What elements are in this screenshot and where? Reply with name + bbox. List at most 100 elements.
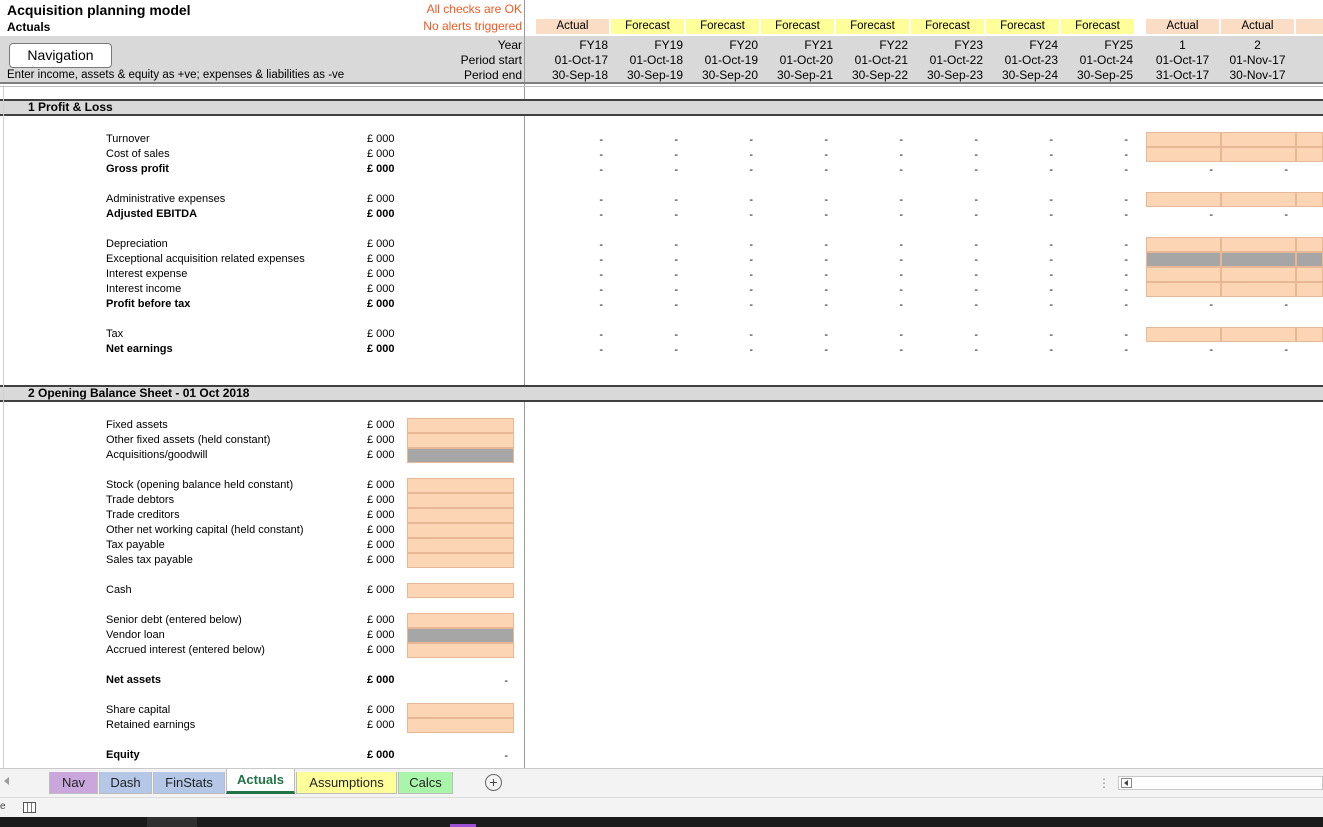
value-cell[interactable]: - — [761, 193, 828, 207]
value-cell[interactable]: - — [761, 298, 828, 312]
input-cell[interactable] — [407, 523, 514, 538]
value-cell[interactable]: - — [761, 283, 828, 297]
value-cell[interactable]: - — [1146, 163, 1213, 177]
value-cell[interactable]: - — [986, 298, 1053, 312]
value-cell[interactable]: - — [1061, 298, 1128, 312]
value-cell[interactable]: - — [611, 328, 678, 342]
value-cell[interactable]: - — [761, 253, 828, 267]
value-cell[interactable]: - — [836, 238, 903, 252]
split-handle-icon[interactable]: ⋮ — [1098, 776, 1110, 790]
value-cell[interactable]: - — [761, 343, 828, 357]
input-cell[interactable] — [1146, 252, 1221, 267]
value-cell[interactable]: - — [611, 163, 678, 177]
value-cell[interactable]: - — [1221, 343, 1288, 357]
value-cell[interactable]: - — [911, 343, 978, 357]
input-cell[interactable] — [407, 613, 514, 628]
value-cell[interactable]: - — [836, 298, 903, 312]
value-cell[interactable]: - — [611, 208, 678, 222]
input-cell[interactable] — [1221, 252, 1296, 267]
value-cell[interactable]: - — [536, 298, 603, 312]
value-cell[interactable]: - — [836, 163, 903, 177]
value-cell[interactable]: - — [1061, 148, 1128, 162]
input-cell[interactable] — [407, 703, 514, 718]
value-cell[interactable]: - — [1146, 343, 1213, 357]
value-cell[interactable]: - — [686, 253, 753, 267]
value-cell[interactable]: - — [536, 163, 603, 177]
horizontal-scrollbar[interactable] — [1118, 776, 1323, 790]
value-cell[interactable]: - — [536, 208, 603, 222]
value-cell[interactable]: - — [761, 268, 828, 282]
add-sheet-button[interactable]: + — [485, 774, 502, 791]
taskbar-item[interactable] — [147, 817, 197, 827]
sheet-tab-assumptions[interactable]: Assumptions — [296, 772, 397, 794]
input-cell[interactable] — [407, 583, 514, 598]
value-cell[interactable]: - — [611, 133, 678, 147]
input-cell[interactable] — [1296, 237, 1323, 252]
value-cell[interactable]: - — [1061, 343, 1128, 357]
value-cell[interactable]: - — [986, 343, 1053, 357]
value-cell[interactable]: - — [986, 208, 1053, 222]
value-cell[interactable]: - — [1146, 298, 1213, 312]
value-cell[interactable]: - — [686, 268, 753, 282]
value-cell[interactable]: - — [761, 328, 828, 342]
value-cell[interactable]: - — [836, 268, 903, 282]
sheet-tab-nav[interactable]: Nav — [49, 772, 98, 794]
value-cell[interactable]: - — [611, 283, 678, 297]
value-cell[interactable]: - — [911, 148, 978, 162]
value-cell[interactable]: - — [761, 163, 828, 177]
input-cell[interactable] — [407, 553, 514, 568]
value-cell[interactable]: - — [1221, 163, 1288, 177]
value-cell[interactable]: - — [1146, 208, 1213, 222]
input-cell[interactable] — [407, 508, 514, 523]
value-cell[interactable]: - — [1061, 283, 1128, 297]
value-cell[interactable]: - — [536, 133, 603, 147]
value-cell[interactable]: - — [1061, 133, 1128, 147]
input-cell[interactable] — [1146, 237, 1221, 252]
input-cell[interactable] — [407, 433, 514, 448]
value-cell[interactable]: - — [761, 133, 828, 147]
value-cell[interactable]: - — [611, 193, 678, 207]
value-cell[interactable]: - — [986, 283, 1053, 297]
value-cell[interactable]: - — [911, 208, 978, 222]
value-cell[interactable]: - — [686, 238, 753, 252]
input-cell[interactable] — [1221, 192, 1296, 207]
value-cell[interactable]: - — [986, 193, 1053, 207]
value-cell[interactable]: - — [536, 283, 603, 297]
value-cell[interactable]: - — [986, 268, 1053, 282]
input-cell[interactable] — [1221, 327, 1296, 342]
input-cell[interactable] — [1221, 282, 1296, 297]
input-cell[interactable] — [1221, 237, 1296, 252]
value-cell[interactable]: - — [611, 343, 678, 357]
value-cell[interactable]: - — [986, 328, 1053, 342]
value-cell[interactable]: - — [1061, 328, 1128, 342]
value-cell[interactable]: - — [611, 268, 678, 282]
input-cell[interactable] — [407, 643, 514, 658]
value-cell[interactable]: - — [836, 283, 903, 297]
value-cell[interactable]: - — [986, 238, 1053, 252]
value-cell[interactable]: - — [761, 238, 828, 252]
value-cell[interactable]: - — [686, 193, 753, 207]
value-cell[interactable]: - — [611, 238, 678, 252]
value-cell[interactable]: - — [1061, 238, 1128, 252]
value-cell[interactable]: - — [536, 253, 603, 267]
input-cell[interactable] — [407, 628, 514, 643]
value-cell[interactable]: - — [911, 253, 978, 267]
value-cell[interactable]: - — [836, 343, 903, 357]
value-cell[interactable]: - — [986, 163, 1053, 177]
value-cell[interactable]: - — [1061, 268, 1128, 282]
input-cell[interactable] — [1146, 192, 1221, 207]
value-cell[interactable]: - — [986, 253, 1053, 267]
sheet-tab-finstats[interactable]: FinStats — [153, 772, 225, 794]
scroll-left-arrow-icon[interactable] — [1121, 778, 1132, 788]
input-cell[interactable] — [1296, 132, 1323, 147]
value-cell[interactable]: - — [911, 238, 978, 252]
value-cell[interactable]: - — [836, 148, 903, 162]
input-cell[interactable] — [407, 493, 514, 508]
value-cell[interactable]: - — [836, 328, 903, 342]
value-cell[interactable]: - — [986, 148, 1053, 162]
input-cell[interactable] — [1146, 147, 1221, 162]
value-cell[interactable]: - — [1061, 193, 1128, 207]
value-cell[interactable]: - — [686, 298, 753, 312]
value-cell[interactable]: - — [836, 208, 903, 222]
value-cell[interactable]: - — [911, 298, 978, 312]
